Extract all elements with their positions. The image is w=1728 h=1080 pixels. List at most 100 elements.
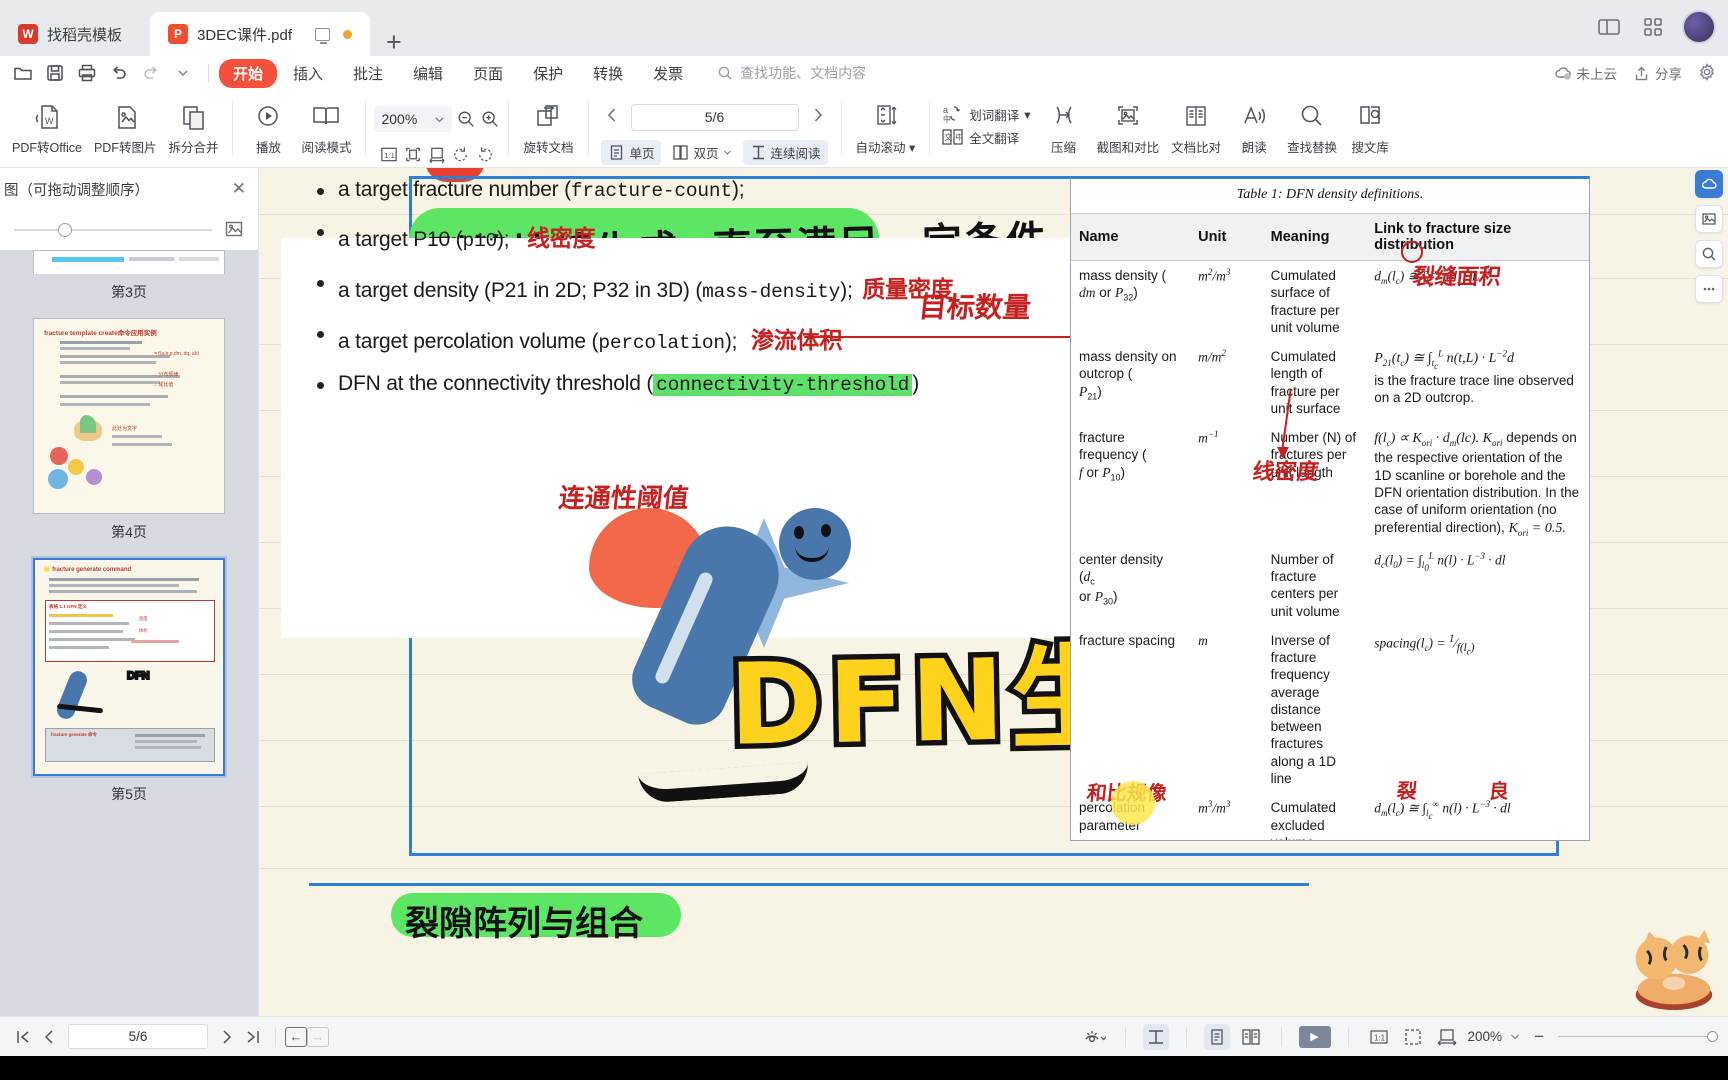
zoom-out-icon[interactable] xyxy=(456,109,476,129)
print-icon[interactable] xyxy=(72,58,102,88)
ribbon-divider xyxy=(587,100,589,156)
status-page-input[interactable]: 5/6 xyxy=(68,1024,208,1049)
split-merge-button[interactable]: 拆分合并 xyxy=(162,94,224,156)
undo-icon[interactable] xyxy=(104,58,134,88)
bullet-dot-icon xyxy=(317,229,324,236)
slider-knob[interactable] xyxy=(57,223,72,237)
presentation-play-icon[interactable]: ▶ xyxy=(1298,1025,1331,1048)
cell-link: dc(l0) = ∫l0L n(l) · L−3 · dl xyxy=(1374,550,1506,573)
zoom-minus-button[interactable]: − xyxy=(1528,1027,1550,1047)
dfn-density-table[interactable]: Table 1: DFN density definitions. Name U… xyxy=(1070,176,1590,841)
more-options-icon[interactable] xyxy=(1695,275,1723,303)
new-tab-button[interactable]: + xyxy=(386,29,402,56)
continuous-layout-icon[interactable] xyxy=(1142,1023,1169,1050)
zoom-slider[interactable] xyxy=(1558,1031,1718,1042)
image-icon[interactable] xyxy=(224,219,244,242)
single-page-icon xyxy=(611,145,623,160)
word-translate-button[interactable]: a中 划词翻译 ▾ xyxy=(942,104,1030,124)
thumbnail-page-3[interactable] xyxy=(33,250,225,274)
screenshot-compare-button[interactable]: 截图和对比 xyxy=(1091,94,1166,156)
ribbon-divider xyxy=(929,100,931,156)
prev-page-icon[interactable] xyxy=(36,1024,62,1050)
full-translate-button[interactable]: 文中 全文翻译 xyxy=(942,127,1030,147)
single-page-mode-button[interactable]: 单页 xyxy=(601,140,662,165)
auto-scroll-button[interactable]: 自动滚动 ▾ xyxy=(850,94,922,156)
zoom-slider-knob[interactable] xyxy=(1707,1031,1718,1042)
tiger-mascot-icon[interactable] xyxy=(1624,926,1720,1012)
customize-chevron-icon[interactable] xyxy=(168,58,198,88)
menu-item-convert[interactable]: 转换 xyxy=(579,59,637,88)
doc-compare-button[interactable]: 文档比对 xyxy=(1165,94,1227,156)
rb-label: 压缩 xyxy=(1051,141,1077,155)
status-zoom-value[interactable]: 200% xyxy=(1468,1029,1503,1044)
present-screen-icon[interactable] xyxy=(315,27,331,44)
first-page-icon[interactable] xyxy=(10,1024,36,1050)
grid-apps-icon[interactable] xyxy=(1638,14,1668,41)
menu-item-comment[interactable]: 批注 xyxy=(339,59,397,88)
zoom-level-select[interactable]: 200% xyxy=(374,106,453,132)
thumbnail-page-5[interactable]: 🌟 fracture generate command 表格 1.1 DFN 定… xyxy=(33,558,225,776)
chevron-down-icon[interactable] xyxy=(1510,1032,1520,1042)
tab-3dec-pdf[interactable]: P 3DEC课件.pdf xyxy=(150,12,371,56)
rotate-ccw-icon[interactable] xyxy=(451,144,471,164)
fit-width-icon[interactable] xyxy=(427,144,447,164)
compress-icon xyxy=(1049,98,1079,136)
pdf-to-image-button[interactable]: PDF转图片 xyxy=(88,94,163,156)
zoom-tool-icon[interactable] xyxy=(1695,240,1723,268)
menu-item-protect[interactable]: 保护 xyxy=(519,59,577,88)
nav-back-icon[interactable]: ← xyxy=(285,1026,307,1047)
tab-template-store[interactable]: W 找稻壳模板 xyxy=(0,12,150,56)
save-icon[interactable] xyxy=(40,58,70,88)
settings-gear-icon[interactable] xyxy=(1698,62,1716,84)
thumbnail-size-slider[interactable] xyxy=(0,210,258,250)
view-mode-icon[interactable] xyxy=(1082,1024,1108,1050)
search-library-button[interactable]: 搜文库 xyxy=(1343,94,1397,156)
reading-mode-button[interactable]: 阅读模式 xyxy=(295,94,357,156)
open-icon[interactable] xyxy=(8,58,38,88)
pen-eye-left xyxy=(794,526,804,539)
redo-icon[interactable] xyxy=(136,58,166,88)
next-page-icon[interactable] xyxy=(214,1024,240,1050)
nav-forward-icon[interactable]: → xyxy=(307,1026,329,1047)
thumbnail-label: 第5页 xyxy=(111,786,147,802)
zoom-in-icon[interactable] xyxy=(480,109,500,129)
cloud-status-button[interactable]: 未上云 xyxy=(1554,63,1617,83)
fit-page-icon[interactable] xyxy=(1400,1024,1426,1050)
fit-page-icon[interactable] xyxy=(403,144,423,164)
ribbon-divider xyxy=(365,100,367,156)
search-input[interactable]: 查找功能、文档内容 xyxy=(717,63,866,83)
double-page-mode-button[interactable]: 双页 xyxy=(665,140,738,165)
double-page-layout-icon[interactable] xyxy=(1238,1024,1264,1050)
rotate-cw-icon[interactable] xyxy=(475,144,495,164)
menu-item-edit[interactable]: 编辑 xyxy=(399,59,457,88)
play-button[interactable]: 播放 xyxy=(241,94,295,156)
find-replace-button[interactable]: 查找替换 xyxy=(1281,94,1343,156)
next-page-button[interactable] xyxy=(803,106,833,129)
split-view-icon[interactable] xyxy=(1594,14,1624,41)
cloud-sync-icon[interactable] xyxy=(1695,170,1723,198)
single-page-layout-icon[interactable] xyxy=(1203,1023,1230,1050)
thumbnail-list[interactable]: 第3页 fracture template create命令应用实例 = f(a… xyxy=(0,250,258,1016)
actual-size-icon[interactable]: 1:1 xyxy=(1366,1024,1392,1050)
compress-button[interactable]: 压缩 xyxy=(1037,94,1091,156)
menu-item-page[interactable]: 页面 xyxy=(459,59,517,88)
fit-width-icon[interactable] xyxy=(1434,1024,1460,1050)
share-button[interactable]: 分享 xyxy=(1633,63,1682,83)
image-tool-icon[interactable] xyxy=(1695,205,1723,233)
prev-page-button[interactable] xyxy=(597,106,627,129)
menu-item-invoice[interactable]: 发票 xyxy=(639,59,697,88)
user-avatar[interactable] xyxy=(1682,10,1716,44)
menu-item-insert[interactable]: 插入 xyxy=(279,59,337,88)
read-aloud-button[interactable]: 朗读 xyxy=(1227,94,1281,156)
page-number-input[interactable]: 5/6 xyxy=(630,103,799,131)
actual-size-icon[interactable]: 1:1 xyxy=(379,144,399,164)
close-icon[interactable]: ✕ xyxy=(232,179,246,199)
thumbnail-page-4[interactable]: fracture template create命令应用实例 = f(a,b,p… xyxy=(33,318,225,514)
cell-meaning: Cumulated length of fracture per unit su… xyxy=(1270,349,1341,416)
pdf-to-office-button[interactable]: W PDF转Office xyxy=(6,94,88,156)
last-page-icon[interactable] xyxy=(240,1024,266,1050)
menu-item-home[interactable]: 开始 xyxy=(219,58,278,88)
continuous-scroll-button[interactable]: 连续阅读 xyxy=(742,140,828,165)
status-divider xyxy=(1185,1026,1187,1047)
rotate-document-button[interactable]: 旋转文档 xyxy=(517,94,579,156)
